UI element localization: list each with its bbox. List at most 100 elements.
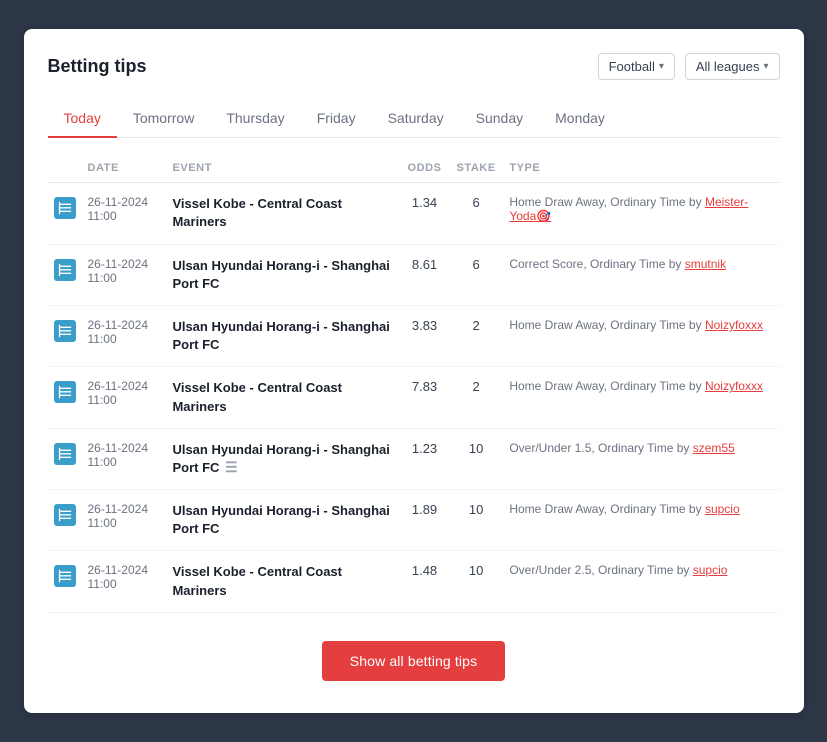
col-stake: STAKE: [449, 154, 503, 183]
tip-icon-cell: [48, 490, 82, 551]
tip-icon-cell: [48, 551, 82, 612]
event-cell: Vissel Kobe - Central Coast Mariners: [166, 367, 400, 428]
type-text: Home Draw Away, Ordinary Time by: [509, 195, 705, 209]
tab-today[interactable]: Today: [48, 100, 117, 138]
type-cell: Correct Score, Ordinary Time by smutnik: [503, 244, 779, 305]
col-event: EVENT: [166, 154, 400, 183]
card-title: Betting tips: [48, 56, 147, 77]
tip-icon: [54, 504, 76, 526]
tip-icon: [54, 320, 76, 342]
event-cell: Ulsan Hyundai Horang-i - Shanghai Port F…: [166, 305, 400, 366]
tip-icon: [54, 443, 76, 465]
tip-icon: [54, 565, 76, 587]
tab-friday[interactable]: Friday: [301, 100, 372, 138]
odds-cell: 3.83: [400, 305, 449, 366]
time-value: 11:00: [88, 209, 161, 223]
type-cell: Over/Under 1.5, Ordinary Time by szem55: [503, 428, 779, 489]
event-cell: Ulsan Hyundai Horang-i - Shanghai Port F…: [166, 490, 400, 551]
date-cell: 26-11-202411:00: [82, 244, 167, 305]
time-value: 11:00: [88, 577, 161, 591]
list-icon: ☰: [225, 459, 238, 476]
stake-cell: 6: [449, 183, 503, 244]
date-value: 26-11-2024: [88, 195, 161, 209]
type-text: Over/Under 1.5, Ordinary Time by: [509, 441, 692, 455]
event-name: Ulsan Hyundai Horang-i - Shanghai Port F…: [172, 442, 389, 475]
tip-icon-cell: [48, 305, 82, 366]
type-text: Home Draw Away, Ordinary Time by: [509, 502, 705, 516]
time-value: 11:00: [88, 393, 161, 407]
time-value: 11:00: [88, 455, 161, 469]
tip-icon-cell: [48, 183, 82, 244]
stake-cell: 10: [449, 551, 503, 612]
league-filter-dropdown[interactable]: All leagues ▾: [685, 53, 780, 80]
event-name: Vissel Kobe - Central Coast Mariners: [172, 564, 342, 597]
table-header-row: DATE EVENT ODDS STAKE TYPE: [48, 154, 780, 183]
sport-filter-dropdown[interactable]: Football ▾: [598, 53, 675, 80]
type-cell: Home Draw Away, Ordinary Time by Noizyfo…: [503, 367, 779, 428]
table-row: 26-11-202411:00Vissel Kobe - Central Coa…: [48, 551, 780, 612]
odds-cell: 1.48: [400, 551, 449, 612]
table-row: 26-11-202411:00Vissel Kobe - Central Coa…: [48, 367, 780, 428]
type-cell: Home Draw Away, Ordinary Time by supcio: [503, 490, 779, 551]
time-value: 11:00: [88, 271, 161, 285]
col-odds: ODDS: [400, 154, 449, 183]
type-text: Correct Score, Ordinary Time by: [509, 257, 684, 271]
type-cell: Home Draw Away, Ordinary Time by Meister…: [503, 183, 779, 244]
odds-cell: 1.89: [400, 490, 449, 551]
author-link[interactable]: supcio: [705, 502, 740, 516]
show-all-button[interactable]: Show all betting tips: [322, 641, 505, 681]
author-link[interactable]: Noizyfoxxx: [705, 379, 763, 393]
tip-icon: [54, 197, 76, 219]
date-cell: 26-11-202411:00: [82, 428, 167, 489]
col-icon: [48, 154, 82, 183]
event-cell: Vissel Kobe - Central Coast Mariners: [166, 183, 400, 244]
odds-cell: 8.61: [400, 244, 449, 305]
sport-filter-label: Football: [609, 59, 655, 74]
tab-thursday[interactable]: Thursday: [210, 100, 300, 138]
stake-cell: 10: [449, 490, 503, 551]
event-cell: Vissel Kobe - Central Coast Mariners: [166, 551, 400, 612]
event-name: Vissel Kobe - Central Coast Mariners: [172, 196, 342, 229]
tip-icon: [54, 381, 76, 403]
odds-cell: 1.34: [400, 183, 449, 244]
author-link[interactable]: Noizyfoxxx: [705, 318, 763, 332]
date-value: 26-11-2024: [88, 379, 161, 393]
table-row: 26-11-202411:00Ulsan Hyundai Horang-i - …: [48, 428, 780, 489]
date-cell: 26-11-202411:00: [82, 490, 167, 551]
tabs-bar: TodayTomorrowThursdayFridaySaturdaySunda…: [48, 100, 780, 138]
type-text: Over/Under 2.5, Ordinary Time by: [509, 563, 692, 577]
col-date: DATE: [82, 154, 167, 183]
table-row: 26-11-202411:00 Ulsan Hyundai Horang-i - …: [48, 305, 780, 366]
date-value: 26-11-2024: [88, 318, 161, 332]
odds-cell: 1.23: [400, 428, 449, 489]
tab-tomorrow[interactable]: Tomorrow: [117, 100, 210, 138]
date-value: 26-11-2024: [88, 502, 161, 516]
date-cell: 26-11-202411:00: [82, 367, 167, 428]
col-type: TYPE: [503, 154, 779, 183]
betting-tips-table: DATE EVENT ODDS STAKE TYPE 26-11-202411:…: [48, 154, 780, 613]
tip-icon: [54, 259, 76, 281]
author-link[interactable]: szem55: [693, 441, 735, 455]
tip-icon-cell: [48, 244, 82, 305]
author-link[interactable]: smutnik: [685, 257, 726, 271]
author-link[interactable]: supcio: [693, 563, 728, 577]
tab-monday[interactable]: Monday: [539, 100, 621, 138]
event-name: Ulsan Hyundai Horang-i - Shanghai Port F…: [172, 503, 389, 536]
type-text: Home Draw Away, Ordinary Time by: [509, 318, 705, 332]
table-row: 26-11-202411:00Ulsan Hyundai Horang-i - …: [48, 490, 780, 551]
stake-cell: 6: [449, 244, 503, 305]
table-row: 26-11-202411:00 Vissel Kobe - Central Coa…: [48, 183, 780, 244]
event-cell: Ulsan Hyundai Horang-i - Shanghai Port F…: [166, 428, 400, 489]
tab-sunday[interactable]: Sunday: [460, 100, 539, 138]
type-cell: Home Draw Away, Ordinary Time by Noizyfo…: [503, 305, 779, 366]
league-filter-label: All leagues: [696, 59, 760, 74]
type-cell: Over/Under 2.5, Ordinary Time by supcio: [503, 551, 779, 612]
card-header: Betting tips Football ▾ All leagues ▾: [48, 53, 780, 80]
tab-saturday[interactable]: Saturday: [372, 100, 460, 138]
tip-icon-cell: [48, 367, 82, 428]
betting-tips-card: Betting tips Football ▾ All leagues ▾ To…: [24, 29, 804, 713]
event-name: Vissel Kobe - Central Coast Mariners: [172, 380, 342, 413]
sport-filter-arrow: ▾: [659, 61, 664, 72]
time-value: 11:00: [88, 332, 161, 346]
event-cell: Ulsan Hyundai Horang-i - Shanghai Port F…: [166, 244, 400, 305]
